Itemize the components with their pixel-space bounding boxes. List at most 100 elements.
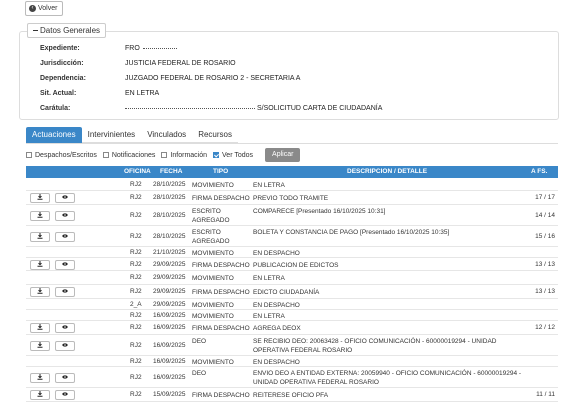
view-button[interactable] — [55, 211, 75, 221]
cell-oficina: 2_A — [130, 301, 142, 308]
download-button[interactable] — [30, 287, 50, 297]
field-value: JUZGADO FEDERAL DE ROSARIO 2 - SECRETARI… — [125, 75, 301, 82]
cell-fecha: 16/09/2025 — [153, 312, 186, 319]
cell-descripcion: BOLETA Y CONSTANCIA DE PAGO [Presentado … — [253, 229, 450, 236]
download-button[interactable] — [30, 323, 50, 333]
table-row: RJ2 16/09/2025 FIRMA DESPACHO AGREGA DEOX 12… — [26, 321, 558, 335]
cell-afs: 11 / 11 — [536, 391, 555, 398]
table-row: RJ2 15/09/2025 FIRMA DESPACHO REITERESE OFI… — [26, 388, 558, 402]
tab-actuaciones[interactable]: Actuaciones — [26, 127, 82, 143]
cell-descripcion: PUBLICACION DE EDICTOS — [253, 262, 339, 269]
header-fecha[interactable]: FECHA — [160, 166, 182, 178]
cell-afs: 14 / 14 — [535, 212, 555, 219]
header-tipo[interactable]: TIPO — [213, 166, 228, 178]
table-row: RJ2 29/09/2025 FIRMA DESPACHO PUBLICACION D… — [26, 258, 558, 271]
cell-descripcion: EN LETRA — [253, 182, 285, 189]
datos-generales-toggle[interactable]: Datos Generales — [27, 23, 107, 38]
cell-descripcion: SE RECIBIO DEO: 20063428 - OFICIO COMUNI… — [253, 338, 497, 354]
cell-descripcion: COMPARECE [Presentado 16/10/2025 10:31] — [253, 208, 386, 215]
field-value: JUSTICIA FEDERAL DE ROSARIO — [125, 60, 236, 67]
table-row: RJ2 28/10/2025 ESCRITO AGREGADO COMPARECE [… — [26, 205, 558, 226]
download-button[interactable] — [30, 211, 50, 221]
notificaciones-checkbox[interactable] — [102, 152, 109, 158]
cell-oficina: RJ2 — [130, 324, 142, 331]
informacion-checkbox[interactable] — [161, 152, 168, 158]
download-icon — [37, 342, 43, 350]
cell-fecha: 21/10/2025 — [153, 249, 186, 256]
header-oficina[interactable]: OFICINA — [124, 166, 151, 178]
cell-descripcion: EN LETRA — [253, 275, 285, 282]
cell-oficina: RJ2 — [130, 358, 142, 365]
view-button[interactable] — [55, 323, 75, 333]
table-row: RJ2 28/10/2025 MOVIMIENTO EN LETRA — [26, 178, 558, 191]
cell-tipo: MOVIMIENTO — [192, 182, 234, 189]
cell-fecha: 29/09/2025 — [153, 301, 186, 308]
cell-tipo: FIRMA DESPACHO — [192, 262, 250, 269]
field-value: FRO — [125, 44, 177, 54]
cell-fecha: 28/10/2025 — [153, 194, 186, 201]
cell-oficina: RJ2 — [130, 233, 142, 240]
download-button[interactable] — [30, 373, 50, 383]
cell-tipo: ESCRITO AGREGADO — [192, 229, 230, 245]
cell-fecha: 15/09/2025 — [153, 391, 186, 398]
volver-label: Volver — [38, 5, 58, 12]
cell-fecha: 28/10/2025 — [153, 212, 186, 219]
actuaciones-table: OFICINA FECHA TIPO DESCRIPCION / DETALLE… — [26, 166, 558, 402]
despachos-checkbox[interactable] — [26, 152, 32, 158]
cell-tipo: MOVIMIENTO — [192, 275, 234, 282]
download-button[interactable] — [30, 390, 50, 400]
filter-notificaciones[interactable]: Notificaciones — [102, 152, 155, 159]
download-button[interactable] — [30, 341, 50, 351]
table-row: RJ2 21/10/2025 MOVIMIENTO EN DESPACHO — [26, 247, 558, 258]
eye-icon — [62, 212, 68, 220]
filter-informacion[interactable]: Información — [161, 152, 207, 159]
view-button[interactable] — [55, 373, 75, 383]
redacted-text — [142, 47, 177, 49]
cell-fecha: 29/09/2025 — [153, 261, 186, 268]
cell-tipo: MOVIMIENTO — [192, 313, 234, 320]
cell-tipo: DEO — [192, 338, 207, 345]
view-button[interactable] — [55, 232, 75, 242]
view-button[interactable] — [55, 193, 75, 203]
cell-oficina: RJ2 — [130, 194, 142, 201]
cell-oficina: RJ2 — [130, 391, 142, 398]
filter-ver-todos[interactable]: Ver Todos — [213, 152, 253, 159]
download-icon — [37, 194, 43, 202]
download-icon — [37, 288, 43, 296]
cell-oficina: RJ2 — [130, 342, 142, 349]
cell-fecha: 16/09/2025 — [153, 342, 186, 349]
eye-icon — [62, 391, 68, 399]
table-row: RJ2 28/10/2025 ESCRITO AGREGADO BOLETA Y CO… — [26, 226, 558, 247]
filter-despachos[interactable]: Despachos/Escritos — [26, 152, 97, 159]
cell-descripcion: ENVIO DEO A ENTIDAD EXTERNA: 20059940 - … — [253, 370, 522, 386]
eye-icon — [62, 374, 68, 382]
tab-vinculados[interactable]: Vinculados — [141, 127, 193, 143]
table-row: RJ2 29/09/2025 FIRMA DESPACHO EDICTO CIUDAD… — [26, 285, 558, 299]
download-icon — [37, 391, 43, 399]
tab-recursos[interactable]: Recursos — [192, 127, 238, 143]
ver-todos-checkbox[interactable] — [213, 152, 220, 158]
back-arrow-icon: ‹ — [29, 5, 36, 12]
cell-oficina: RJ2 — [130, 181, 142, 188]
eye-icon — [62, 261, 68, 269]
filter-bar: Despachos/Escritos Notificaciones Inform… — [26, 148, 301, 162]
download-button[interactable] — [30, 260, 50, 270]
cell-afs: 12 / 12 — [535, 324, 555, 331]
download-icon — [37, 212, 43, 220]
aplicar-button[interactable]: Aplicar — [265, 148, 301, 162]
download-button[interactable] — [30, 232, 50, 242]
cell-descripcion: EDICTO CIUDADANÍA — [253, 289, 320, 296]
cell-descripcion: EN DESPACHO — [253, 302, 300, 309]
tab-intervinientes[interactable]: Intervinientes — [81, 127, 142, 143]
view-button[interactable] — [55, 390, 75, 400]
view-button[interactable] — [55, 287, 75, 297]
header-afs[interactable]: A FS. — [531, 166, 547, 178]
cell-tipo: FIRMA DESPACHO — [192, 289, 250, 296]
field-value: EN LETRA — [125, 90, 160, 97]
volver-button[interactable]: ‹ Volver — [25, 1, 63, 16]
eye-icon — [62, 194, 68, 202]
download-button[interactable] — [30, 193, 50, 203]
header-descripcion[interactable]: DESCRIPCION / DETALLE — [347, 166, 427, 178]
view-button[interactable] — [55, 260, 75, 270]
view-button[interactable] — [55, 341, 75, 351]
